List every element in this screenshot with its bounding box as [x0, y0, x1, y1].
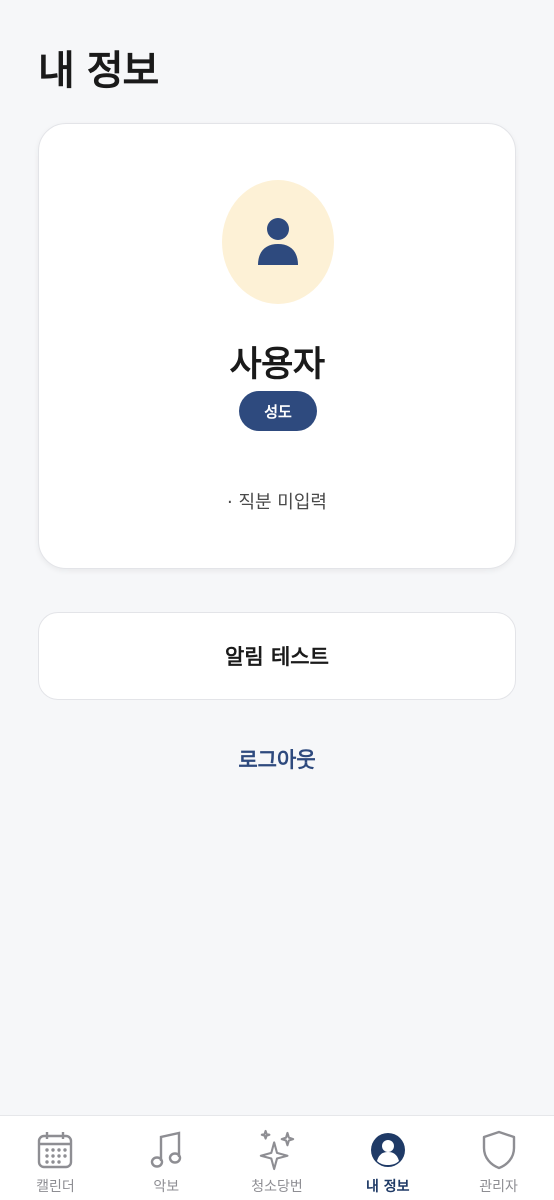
tab-my-info[interactable]: 내 정보 [332, 1116, 443, 1200]
my-info-screen: 내 정보 사용자 성도 · 직분 미입력 알림 테스트 로그아웃 캘린더 악보 … [0, 0, 554, 1200]
bottom-tab-bar: 캘린더 악보 청소당번 내 정보 관리자 [0, 1115, 554, 1200]
calendar-icon [36, 1128, 74, 1172]
page-title: 내 정보 [38, 48, 159, 94]
tab-cleaning-duty[interactable]: 청소당번 [222, 1116, 333, 1200]
tab-label: 악보 [153, 1179, 180, 1195]
notify-test-button[interactable]: 알림 테스트 [38, 612, 516, 700]
tab-sheet-music[interactable]: 악보 [111, 1116, 222, 1200]
profile-card: 사용자 성도 · 직분 미입력 [38, 123, 516, 569]
tab-calendar[interactable]: 캘린더 [0, 1116, 111, 1200]
user-name: 사용자 [229, 345, 325, 385]
role-badge: 성도 [239, 391, 317, 431]
profile-icon [369, 1128, 407, 1172]
tab-label: 관리자 [479, 1179, 518, 1195]
position-text: · 직분 미입력 [227, 492, 327, 513]
tab-label: 캘린더 [36, 1179, 75, 1195]
logout-button[interactable]: 로그아웃 [0, 744, 554, 774]
tab-label: 청소당번 [251, 1179, 303, 1195]
user-icon [258, 218, 298, 265]
tab-label: 내 정보 [366, 1179, 410, 1195]
shield-icon [480, 1128, 518, 1172]
avatar [222, 180, 334, 304]
tab-admin[interactable]: 관리자 [443, 1116, 554, 1200]
music-note-icon [147, 1128, 185, 1172]
sparkles-icon [258, 1128, 296, 1172]
